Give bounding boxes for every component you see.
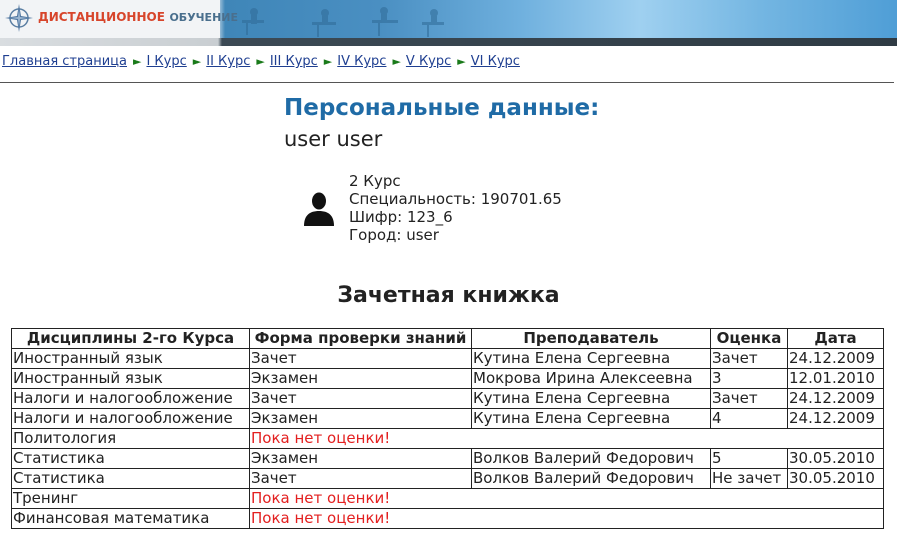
grade-cell: Зачет xyxy=(710,388,788,409)
nav-arrow-icon: ► xyxy=(457,55,466,68)
personal-data-title: Персональные данные: xyxy=(284,95,600,121)
grade-cell: 3 xyxy=(710,368,788,389)
form-cell: Экзамен xyxy=(249,408,472,429)
discipline-cell: Налоги и налогообложение xyxy=(11,408,250,429)
pending-grade-cell: Пока нет оценки! xyxy=(249,428,884,449)
nav-arrow-icon: ► xyxy=(192,55,202,68)
course-text: 2 Курс xyxy=(349,172,401,190)
city-text: Город: user xyxy=(349,226,439,244)
discipline-cell: Тренинг xyxy=(11,488,250,509)
table-header-row: Дисциплины 2-го Курса Форма проверки зна… xyxy=(11,328,884,349)
form-cell: Зачет xyxy=(249,348,472,369)
nav-link-home[interactable]: Главная страница xyxy=(2,54,127,69)
column-header-teacher: Преподаватель xyxy=(471,328,711,349)
nav-link-course-2[interactable]: II Курс xyxy=(206,54,250,69)
date-cell: 24.12.2009 xyxy=(787,388,884,409)
date-cell: 30.05.2010 xyxy=(787,468,884,489)
date-cell: 12.01.2010 xyxy=(787,368,884,389)
table-row: Статистика Зачет Волков Валерий Федорови… xyxy=(11,468,884,489)
table-row: Иностранный язык Экзамен Мокрова Ирина А… xyxy=(11,368,884,389)
logo-text: Дистанционное обучение xyxy=(38,10,238,25)
site-logo[interactable]: Дистанционное обучение xyxy=(0,0,238,38)
grade-cell: Не зачет xyxy=(710,468,788,489)
nav-link-course-6[interactable]: VI Курс xyxy=(471,54,520,69)
grade-cell: 4 xyxy=(710,408,788,429)
discipline-cell: Статистика xyxy=(11,468,250,489)
user-name: user user xyxy=(284,127,383,151)
nav-link-course-1[interactable]: I Курс xyxy=(146,54,186,69)
teacher-cell: Кутина Елена Сергеевна xyxy=(471,408,711,429)
logo-word-1: Дистанционное xyxy=(38,10,165,24)
date-cell: 30.05.2010 xyxy=(787,448,884,469)
breadcrumb-nav: Главная страница ► I Курс ► II Курс ► III Курс… xyxy=(2,54,520,69)
nav-arrow-icon: ► xyxy=(323,55,333,68)
discipline-cell: Иностранный язык xyxy=(11,368,250,389)
column-header-discipline: Дисциплины 2-го Курса xyxy=(11,328,250,349)
form-cell: Экзамен xyxy=(249,448,472,469)
table-row: Тренинг Пока нет оценки! xyxy=(11,488,884,509)
discipline-cell: Налоги и налогообложение xyxy=(11,388,250,409)
teacher-cell: Волков Валерий Федорович xyxy=(471,468,711,489)
grades-table: Дисциплины 2-го Курса Форма проверки зна… xyxy=(11,328,884,529)
pending-grade-cell: Пока нет оценки! xyxy=(249,508,884,529)
table-row: Статистика Экзамен Волков Валерий Федоро… xyxy=(11,448,884,469)
form-cell: Экзамен xyxy=(249,368,472,389)
date-cell: 24.12.2009 xyxy=(787,348,884,369)
column-header-grade: Оценка xyxy=(710,328,788,349)
discipline-cell: Иностранный язык xyxy=(11,348,250,369)
grade-cell: Зачет xyxy=(710,348,788,369)
teacher-cell: Кутина Елена Сергеевна xyxy=(471,348,711,369)
compass-star-icon xyxy=(5,4,33,32)
column-header-form: Форма проверки знаний xyxy=(249,328,472,349)
discipline-cell: Финансовая математика xyxy=(11,508,250,529)
form-cell: Зачет xyxy=(249,388,472,409)
personal-info: 2 Курс Специальность: 190701.65 Шифр: 12… xyxy=(349,172,562,244)
nav-link-course-5[interactable]: V Курс xyxy=(406,54,451,69)
form-cell: Зачет xyxy=(249,468,472,489)
discipline-cell: Статистика xyxy=(11,448,250,469)
site-banner: Дистанционное обучение xyxy=(0,0,897,46)
table-row: Политология Пока нет оценки! xyxy=(11,428,884,449)
table-row: Финансовая математика Пока нет оценки! xyxy=(11,508,884,529)
divider xyxy=(0,82,894,83)
code-text: Шифр: 123_6 xyxy=(349,208,453,226)
person-silhouette-icon xyxy=(304,192,334,226)
nav-arrow-icon: ► xyxy=(256,55,265,68)
pending-grade-cell: Пока нет оценки! xyxy=(249,488,884,509)
table-row: Налоги и налогообложение Зачет Кутина Ел… xyxy=(11,388,884,409)
banner-stripe xyxy=(0,38,897,46)
teacher-cell: Волков Валерий Федорович xyxy=(471,448,711,469)
grade-book-title: Зачетная книжка xyxy=(337,283,560,308)
nav-arrow-icon: ► xyxy=(133,55,142,68)
grade-cell: 5 xyxy=(710,448,788,469)
table-row: Иностранный язык Зачет Кутина Елена Серг… xyxy=(11,348,884,369)
nav-arrow-icon: ► xyxy=(392,55,401,68)
teacher-cell: Мокрова Ирина Алексеевна xyxy=(471,368,711,389)
banner-illustration xyxy=(242,7,444,37)
date-cell: 24.12.2009 xyxy=(787,408,884,429)
table-row: Налоги и налогообложение Экзамен Кутина … xyxy=(11,408,884,429)
specialty-text: Специальность: 190701.65 xyxy=(349,190,562,208)
nav-link-course-4[interactable]: IV Курс xyxy=(337,54,386,69)
teacher-cell: Кутина Елена Сергеевна xyxy=(471,388,711,409)
column-header-date: Дата xyxy=(787,328,884,349)
discipline-cell: Политология xyxy=(11,428,250,449)
nav-link-course-3[interactable]: III Курс xyxy=(270,54,318,69)
